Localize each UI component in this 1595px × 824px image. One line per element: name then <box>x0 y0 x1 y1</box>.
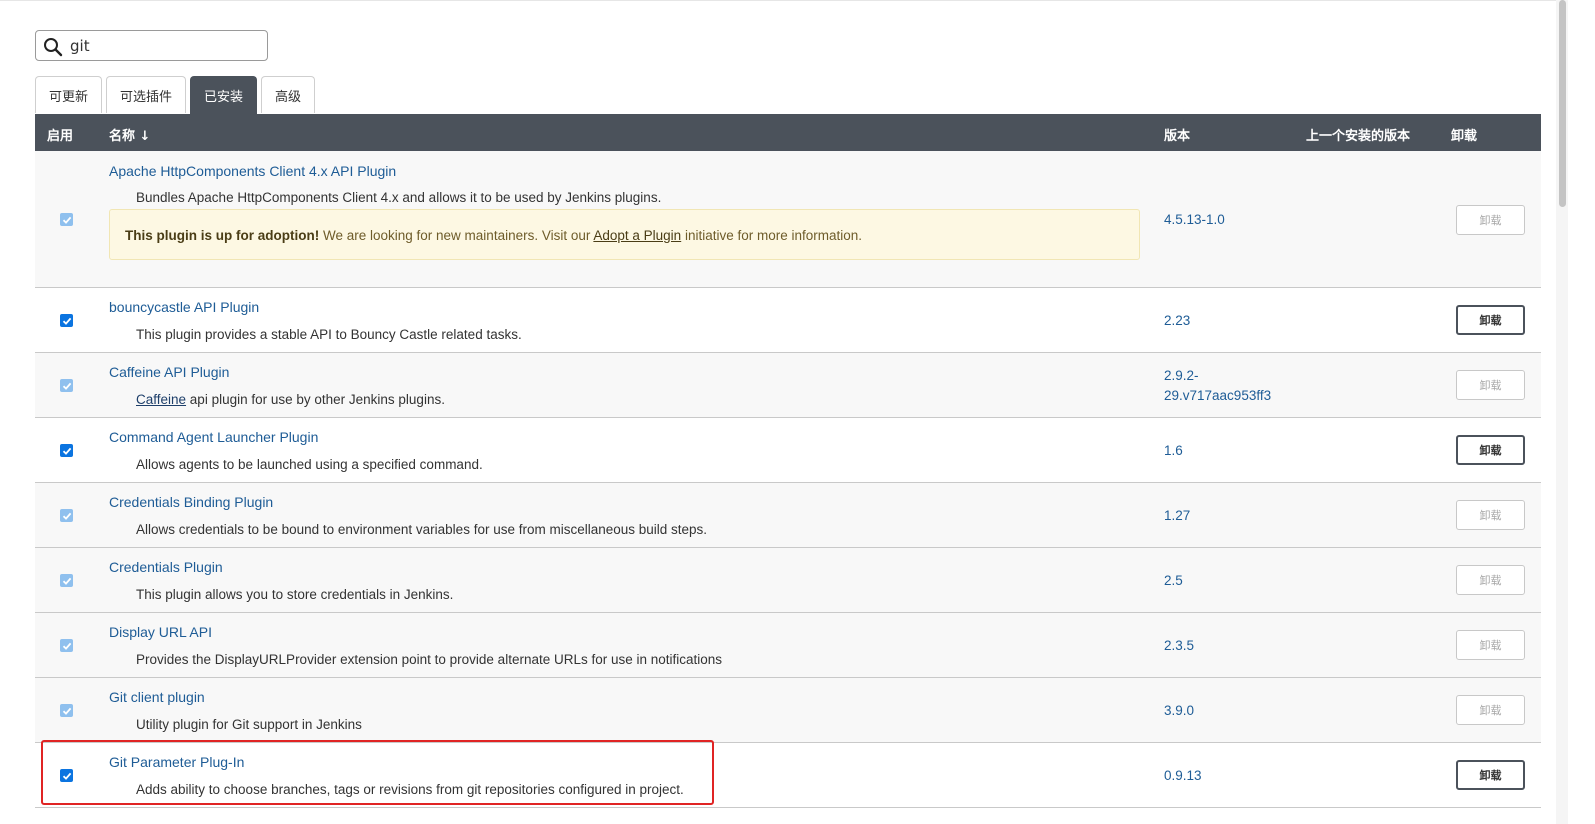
plugin-name-link[interactable]: Caffeine API Plugin <box>109 364 229 380</box>
plugin-name-link[interactable]: Git Parameter Plug-In <box>109 754 244 770</box>
uninstall-button[interactable]: 卸载 <box>1456 370 1525 400</box>
check-icon <box>62 577 71 585</box>
enable-checkbox[interactable] <box>60 444 73 457</box>
scrollbar-thumb[interactable] <box>1559 0 1566 207</box>
plugin-description: Caffeine api plugin for use by other Jen… <box>136 392 445 407</box>
plugin-version: 2.23 <box>1164 313 1191 328</box>
check-icon <box>62 707 71 715</box>
table-row: Git client plugin Utility plugin for Git… <box>35 678 1541 743</box>
enable-checkbox <box>60 509 73 522</box>
adopt-plugin-link[interactable]: Adopt a Plugin <box>593 228 681 243</box>
adoption-notice: This plugin is up for adoption! We are l… <box>109 209 1140 260</box>
enable-checkbox <box>60 639 73 652</box>
enable-checkbox <box>60 704 73 717</box>
uninstall-button[interactable]: 卸载 <box>1456 205 1525 235</box>
table-row: Git Parameter Plug-In Adds ability to ch… <box>35 743 1541 808</box>
plugins-table: 启用 名称 ↓ 版本 上一个安装的版本 卸载 Apache HttpCompon… <box>35 114 1541 808</box>
plugin-description: This plugin allows you to store credenti… <box>136 587 454 602</box>
header-name[interactable]: 名称 ↓ <box>109 125 150 144</box>
adoption-text-end: initiative for more information. <box>681 228 863 243</box>
uninstall-button[interactable]: 卸载 <box>1456 565 1525 595</box>
plugin-description: Allows agents to be launched using a spe… <box>136 457 483 472</box>
adoption-text: We are looking for new maintainers. Visi… <box>319 228 594 243</box>
uninstall-button[interactable]: 卸载 <box>1456 760 1525 790</box>
plugin-version: 4.5.13-1.0 <box>1164 212 1225 227</box>
check-icon <box>62 447 71 455</box>
plugin-version: 3.9.0 <box>1164 703 1195 718</box>
uninstall-button[interactable]: 卸载 <box>1456 630 1525 660</box>
plugin-version: 2.9.2- 29.v717aac953ff3 <box>1164 366 1294 406</box>
plugin-name-link[interactable]: Command Agent Launcher Plugin <box>109 429 318 445</box>
table-row: Credentials Binding Plugin Allows creden… <box>35 483 1541 548</box>
header-version[interactable]: 版本 <box>1164 125 1190 144</box>
table-row: Display URL API Provides the DisplayURLP… <box>35 613 1541 678</box>
enable-checkbox <box>60 574 73 587</box>
header-enabled: 启用 <box>47 129 74 144</box>
enable-checkbox <box>60 379 73 392</box>
plugin-description: This plugin provides a stable API to Bou… <box>136 327 522 342</box>
search-box[interactable] <box>35 30 268 61</box>
plugin-name-link[interactable]: Display URL API <box>109 624 212 640</box>
version-line-2: 29.v717aac953ff3 <box>1164 388 1272 403</box>
tab-updates[interactable]: 可更新 <box>35 76 103 113</box>
table-row: Caffeine API Plugin Caffeine api plugin … <box>35 353 1541 418</box>
enable-checkbox[interactable] <box>60 314 73 327</box>
search-input[interactable] <box>70 34 260 58</box>
check-icon <box>62 216 71 224</box>
check-icon <box>62 512 71 520</box>
header-uninstall: 卸载 <box>1451 129 1478 144</box>
table-header: 启用 名称 ↓ 版本 上一个安装的版本 卸载 <box>35 114 1541 151</box>
check-icon <box>62 382 71 390</box>
plugin-version: 0.9.13 <box>1164 768 1202 783</box>
plugin-name-link[interactable]: Credentials Binding Plugin <box>109 494 273 510</box>
version-line-1: 2.9.2- <box>1164 368 1199 383</box>
caffeine-link[interactable]: Caffeine <box>136 392 186 407</box>
enable-checkbox[interactable] <box>60 769 73 782</box>
plugin-name-link[interactable]: Credentials Plugin <box>109 559 223 575</box>
uninstall-button[interactable]: 卸载 <box>1456 695 1525 725</box>
plugin-name-link[interactable]: Git client plugin <box>109 689 205 705</box>
tab-available[interactable]: 可选插件 <box>106 76 187 113</box>
plugin-version: 2.3.5 <box>1164 638 1195 653</box>
tab-advanced[interactable]: 高级 <box>261 76 316 113</box>
plugin-description: Adds ability to choose branches, tags or… <box>136 782 684 797</box>
tab-bar: 可更新 可选插件 已安装 高级 <box>35 76 319 114</box>
plugin-version: 1.27 <box>1164 508 1191 523</box>
plugin-version: 2.5 <box>1164 573 1183 588</box>
enable-checkbox <box>60 213 73 226</box>
uninstall-button[interactable]: 卸载 <box>1456 435 1525 465</box>
tab-installed[interactable]: 已安装 <box>190 76 258 114</box>
table-row: Apache HttpComponents Client 4.x API Plu… <box>35 151 1541 288</box>
table-row: Command Agent Launcher Plugin Allows age… <box>35 418 1541 483</box>
plugin-description: Utility plugin for Git support in Jenkin… <box>136 717 362 732</box>
table-row: bouncycastle API Plugin This plugin prov… <box>35 288 1541 353</box>
table-row: Credentials Plugin This plugin allows yo… <box>35 548 1541 613</box>
plugin-description: Allows credentials to be bound to enviro… <box>136 522 708 537</box>
check-icon <box>62 772 71 780</box>
header-previous-version: 上一个安装的版本 <box>1306 129 1411 144</box>
plugin-name-link[interactable]: Apache HttpComponents Client 4.x API Plu… <box>109 163 396 179</box>
top-divider <box>0 0 1556 1</box>
uninstall-button[interactable]: 卸载 <box>1456 500 1525 530</box>
adoption-title: This plugin is up for adoption! <box>125 228 320 243</box>
plugin-name-link[interactable]: bouncycastle API Plugin <box>109 299 259 315</box>
plugin-description: Bundles Apache HttpComponents Client 4.x… <box>136 190 662 205</box>
check-icon <box>62 642 71 650</box>
description-text: api plugin for use by other Jenkins plug… <box>186 392 445 407</box>
check-icon <box>62 317 71 325</box>
plugin-description: Provides the DisplayURLProvider extensio… <box>136 652 723 667</box>
uninstall-button[interactable]: 卸载 <box>1456 305 1525 335</box>
plugin-version: 1.6 <box>1164 443 1183 458</box>
search-icon <box>44 38 63 57</box>
